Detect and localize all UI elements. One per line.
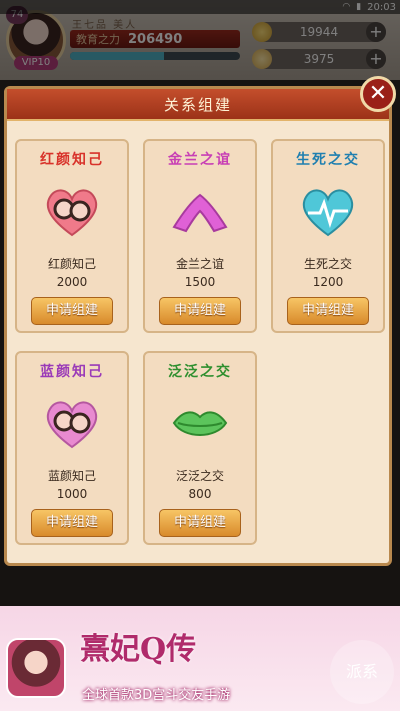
card-title: 红颜知己 (40, 152, 104, 168)
dialog-title: 关系组建 (163, 95, 232, 114)
relationship-card: 红颜知己 红颜知己 2000 申请组建 (15, 139, 129, 333)
relationship-card: 蓝颜知己 蓝颜知己 1000 申请组建 (15, 351, 129, 545)
apply-button[interactable]: 申请组建 (287, 297, 369, 325)
card-name: 金兰之谊 (175, 257, 224, 271)
dialog-header: 关系组建 (7, 89, 389, 121)
apply-button[interactable]: 申请组建 (159, 509, 241, 537)
card-name: 泛泛之交 (175, 469, 224, 483)
relationship-card: 泛泛之交 泛泛之交 800 申请组建 (143, 351, 257, 545)
card-cost: 1500 (184, 275, 216, 289)
heartbeat-heart-icon (302, 189, 354, 237)
couple-heart-pink-icon (46, 401, 98, 449)
ad-tagline: 全球首款3D宫斗交友手游 (82, 688, 231, 703)
relationship-card: 生死之交 生死之交 1200 申请组建 (271, 139, 385, 333)
card-name: 生死之交 (303, 257, 352, 271)
ad-app-icon (6, 638, 66, 698)
card-title: 蓝颜知己 (40, 364, 104, 380)
card-cost: 800 (188, 487, 212, 501)
card-name: 蓝颜知己 (47, 469, 96, 483)
relationship-card: 金兰之谊 金兰之谊 1500 申请组建 (143, 139, 257, 333)
close-button[interactable]: ✕ (360, 76, 396, 112)
card-title: 金兰之谊 (168, 152, 232, 168)
apply-button[interactable]: 申请组建 (159, 297, 241, 325)
card-title: 泛泛之交 (168, 364, 232, 380)
relationship-dialog: 关系组建 红颜知己 红颜知己 2000 申请组建 金兰之谊 金兰之谊 1500 … (4, 86, 392, 566)
card-cost: 2000 (56, 275, 88, 289)
holding-hands-icon (172, 193, 228, 233)
apply-button[interactable]: 申请组建 (31, 297, 113, 325)
card-cost: 1000 (56, 487, 88, 501)
faction-button[interactable]: 派系 (330, 640, 394, 704)
lips-icon (172, 411, 228, 436)
card-cost: 1200 (312, 275, 344, 289)
card-title: 生死之交 (296, 152, 360, 168)
couple-heart-icon (46, 189, 98, 237)
ad-logo: 熹妃Q传 (80, 632, 197, 667)
card-name: 红颜知己 (47, 257, 96, 271)
apply-button[interactable]: 申请组建 (31, 509, 113, 537)
